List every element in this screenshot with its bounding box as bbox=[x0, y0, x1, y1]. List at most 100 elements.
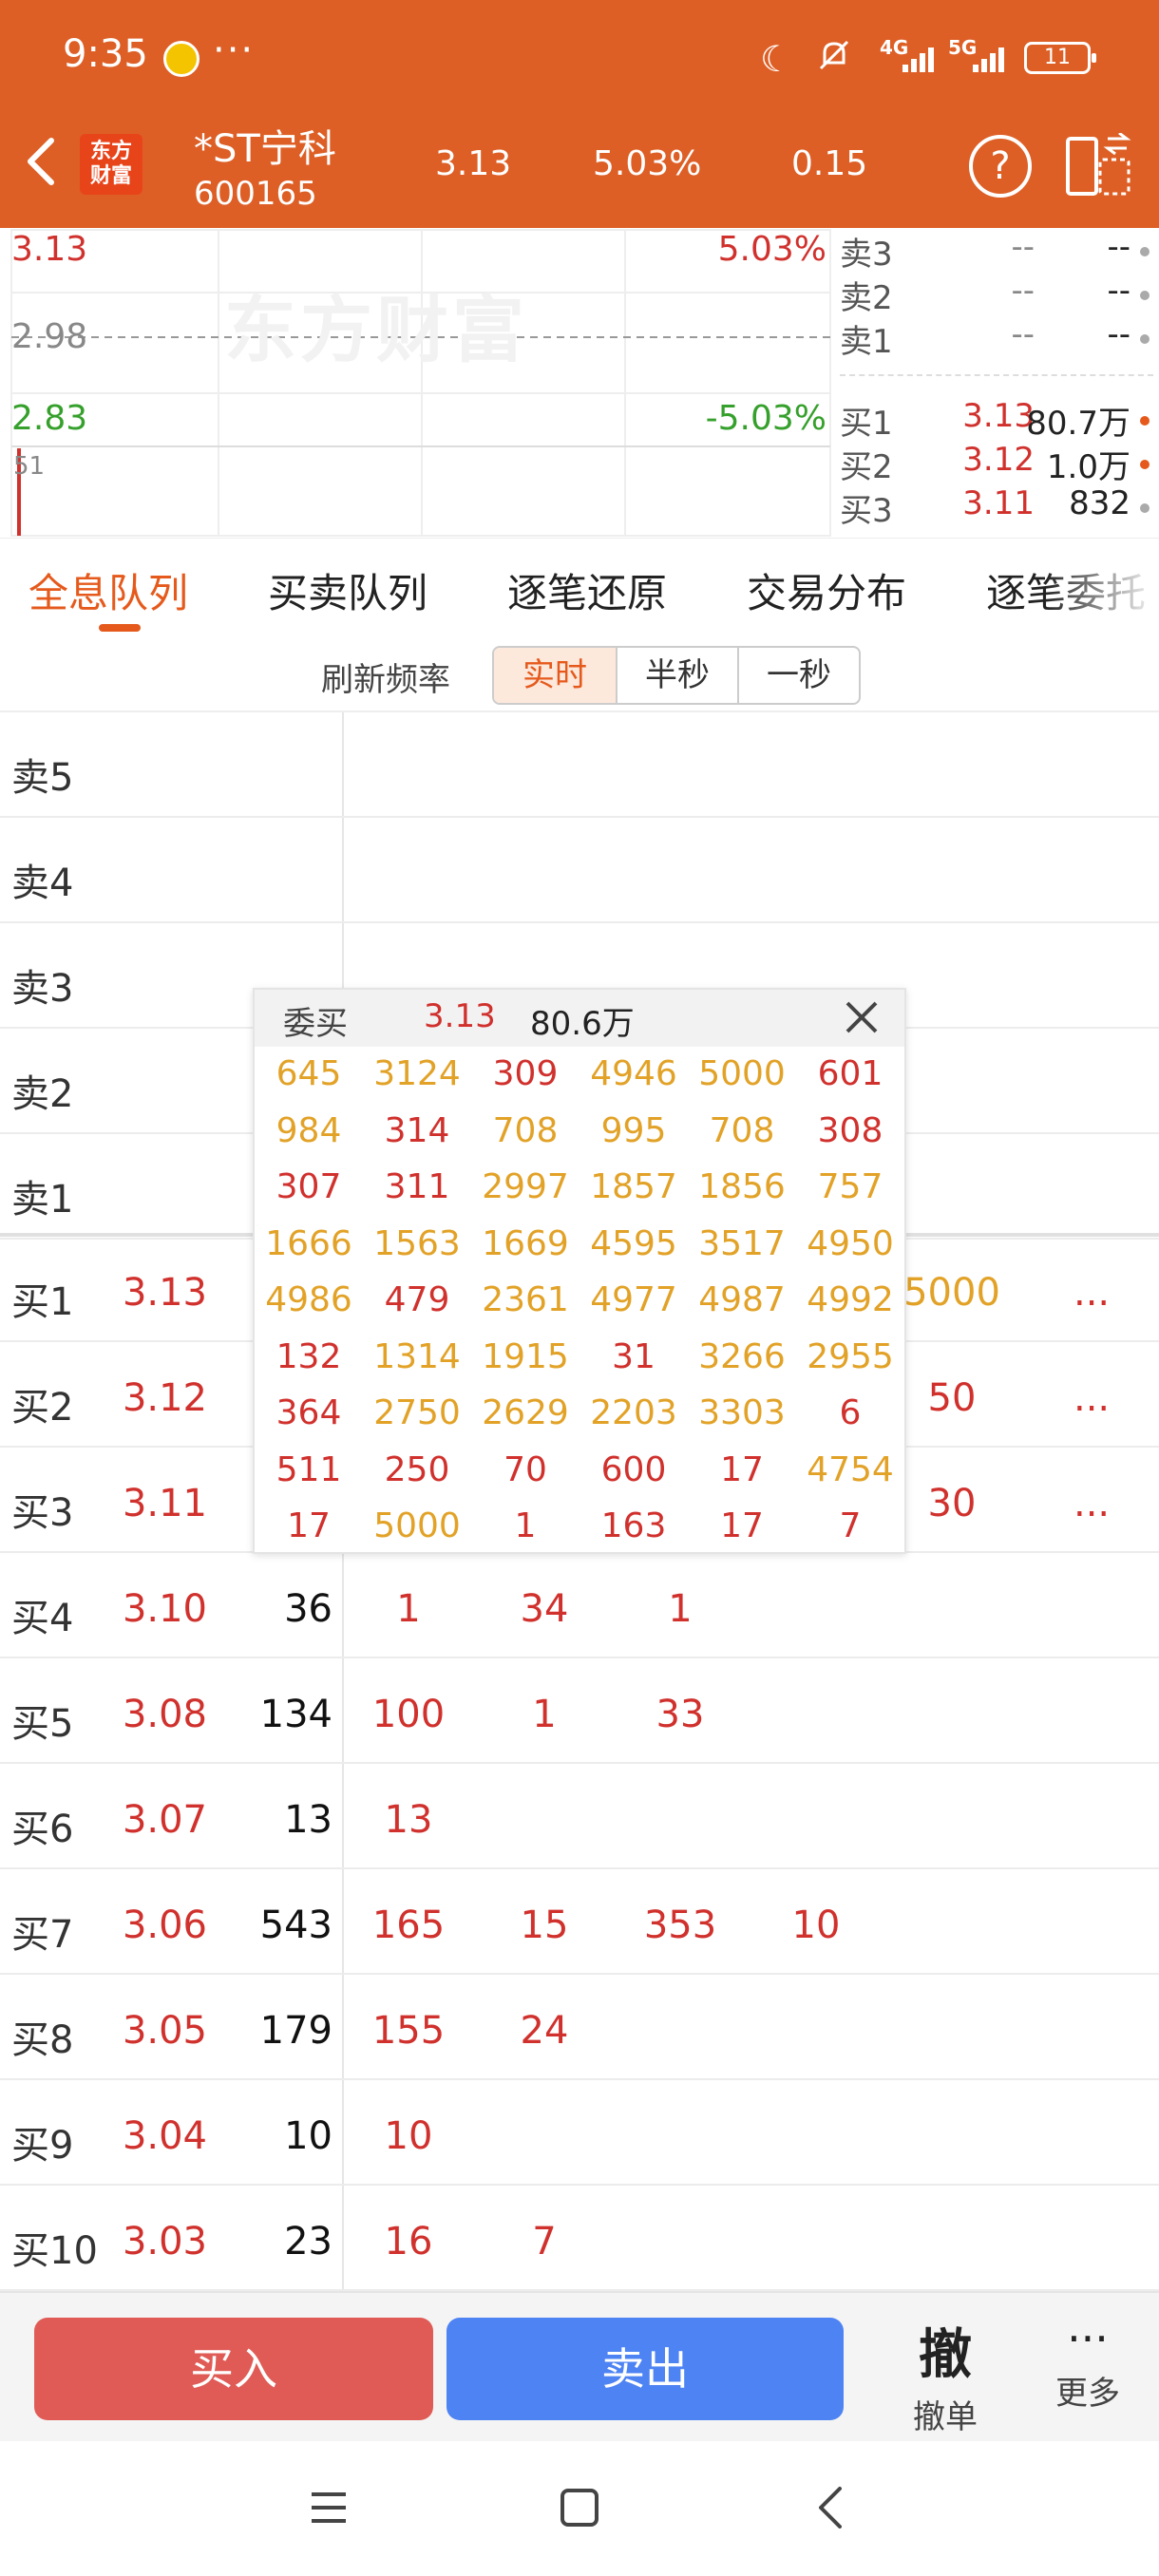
refresh-half-second-option[interactable]: 半秒 bbox=[616, 648, 737, 703]
bid-10-row[interactable]: 买10 3.03 23 16 7 bbox=[0, 2186, 1159, 2291]
popup-order-cell: 3303 bbox=[698, 1393, 786, 1432]
bid-price: 3.13 bbox=[962, 397, 1035, 435]
chart-high-price: 3.13 bbox=[11, 230, 88, 269]
popup-order-cell: 1666 bbox=[265, 1223, 352, 1263]
tab-full-queue[interactable]: 全息队列 bbox=[28, 561, 188, 619]
close-icon[interactable] bbox=[838, 994, 885, 1041]
bid-9-row[interactable]: 买9 3.04 10 10 bbox=[0, 2080, 1159, 2186]
row-label: 卖5 bbox=[11, 756, 74, 800]
order-book-panel[interactable]: 卖3 -- -- 卖2 -- -- 卖1 -- -- 买1 3.13 80.7万… bbox=[836, 228, 1159, 538]
refresh-rate-label: 刷新频率 bbox=[321, 661, 450, 699]
ask-dot-icon bbox=[1140, 291, 1150, 300]
queue-order: 10 bbox=[791, 1904, 841, 1947]
queue-order: 34 bbox=[520, 1587, 569, 1631]
bid-7-row[interactable]: 买7 3.06 543 165 15 353 10 bbox=[0, 1869, 1159, 1975]
popup-order-cell: 2997 bbox=[482, 1167, 569, 1206]
popup-order-cell: 995 bbox=[600, 1110, 667, 1150]
popup-price: 3.13 bbox=[424, 997, 496, 1035]
tab-bid-ask-queue[interactable]: 买卖队列 bbox=[268, 561, 428, 619]
bid-5-row[interactable]: 买5 3.08 134 100 1 33 bbox=[0, 1658, 1159, 1764]
popup-header: 委买 3.13 80.6万 bbox=[255, 990, 904, 1047]
queue-order: 15 bbox=[520, 1904, 569, 1947]
queue-order: 155 bbox=[371, 2009, 446, 2053]
intraday-mini-chart[interactable]: 东方财富 3.13 5.03% 2.98 2.83 -5.03% 51 bbox=[0, 228, 836, 538]
row-total: 179 bbox=[259, 2009, 332, 2053]
row-label: 买1 bbox=[11, 1280, 74, 1324]
queue-order: 16 bbox=[384, 2220, 433, 2263]
ask-name: 卖1 bbox=[840, 323, 893, 361]
tab-tick-restore[interactable]: 逐笔还原 bbox=[507, 561, 667, 619]
popup-order-cell: 1915 bbox=[482, 1336, 569, 1376]
popup-order-cell: 17 bbox=[720, 1449, 764, 1489]
row-label: 买7 bbox=[11, 1913, 74, 1957]
row-label: 买2 bbox=[11, 1386, 74, 1430]
ask-dot-icon bbox=[1140, 334, 1150, 344]
popup-order-cell: 708 bbox=[492, 1110, 559, 1150]
logo-line1: 东方 bbox=[89, 140, 132, 163]
mute-icon bbox=[815, 36, 853, 83]
row-total: 543 bbox=[259, 1904, 332, 1947]
row-total: 134 bbox=[259, 1693, 332, 1736]
bid-dot-icon bbox=[1140, 416, 1150, 426]
ask-vol: -- bbox=[1107, 228, 1130, 266]
notification-app-icon bbox=[163, 41, 200, 77]
expand-more-icon[interactable]: ... bbox=[1074, 1271, 1110, 1315]
refresh-realtime-option[interactable]: 实时 bbox=[494, 648, 616, 703]
popup-order-cell: 4992 bbox=[807, 1280, 894, 1319]
refresh-one-second-option[interactable]: 一秒 bbox=[737, 648, 859, 703]
popup-order-cell: 2955 bbox=[807, 1336, 894, 1376]
bid-8-row[interactable]: 买8 3.05 179 155 24 bbox=[0, 1975, 1159, 2080]
cancel-order-button[interactable]: 撤 撤单 bbox=[893, 2312, 998, 2437]
popup-order-cell: 364 bbox=[276, 1393, 342, 1432]
back-chevron-icon[interactable] bbox=[19, 133, 66, 190]
popup-order-cell: 4977 bbox=[590, 1280, 677, 1319]
home-icon[interactable] bbox=[551, 2479, 608, 2536]
popup-order-cell: 4595 bbox=[590, 1223, 677, 1263]
row-label: 卖2 bbox=[11, 1072, 74, 1116]
bid-4-row[interactable]: 买4 3.10 36 1 34 1 bbox=[0, 1553, 1159, 1658]
bid-name: 买3 bbox=[840, 492, 893, 530]
buy-button[interactable]: 买入 bbox=[34, 2318, 433, 2420]
chart-watermark: 东方财富 bbox=[224, 288, 528, 372]
row-label: 买10 bbox=[11, 2229, 98, 2273]
row-price: 3.07 bbox=[122, 1798, 207, 1842]
menu-icon[interactable] bbox=[300, 2479, 357, 2536]
ask-price: -- bbox=[1011, 272, 1035, 310]
popup-order-cell: 309 bbox=[492, 1054, 559, 1093]
ask-name: 卖3 bbox=[840, 236, 893, 274]
row-total: 23 bbox=[284, 2220, 332, 2263]
order-book-divider bbox=[840, 374, 1153, 376]
bid-6-row[interactable]: 买6 3.07 13 13 bbox=[0, 1764, 1159, 1869]
bid-vol: 832 bbox=[1069, 484, 1130, 522]
row-total: 13 bbox=[284, 1798, 332, 1842]
popup-order-cell: 17 bbox=[720, 1506, 764, 1545]
popup-order-cell: 2361 bbox=[482, 1280, 569, 1319]
row-price: 3.08 bbox=[122, 1693, 207, 1736]
tab-trade-distribution[interactable]: 交易分布 bbox=[747, 561, 906, 619]
sell-button[interactable]: 卖出 bbox=[446, 2318, 844, 2420]
ask-vol: -- bbox=[1107, 272, 1130, 310]
queue-order: 353 bbox=[643, 1904, 717, 1947]
row-label: 买6 bbox=[11, 1808, 74, 1851]
queue-order: 30 bbox=[927, 1482, 977, 1525]
status-bar: 9:35 ··· ☾ 4G 5G 11 bbox=[0, 0, 1159, 114]
popup-order-cell: 4754 bbox=[807, 1449, 894, 1489]
row-price: 3.05 bbox=[122, 2009, 207, 2053]
more-button[interactable]: ··· 更多 bbox=[1036, 2312, 1140, 2414]
popup-order-cell: 708 bbox=[709, 1110, 775, 1150]
popup-order-cell: 2203 bbox=[590, 1393, 677, 1432]
row-label: 买9 bbox=[11, 2124, 74, 2168]
queue-order: 165 bbox=[371, 1904, 446, 1947]
help-icon[interactable]: ? bbox=[969, 135, 1032, 198]
row-total: 10 bbox=[284, 2114, 332, 2158]
do-not-disturb-icon: ☾ bbox=[760, 38, 793, 80]
expand-more-icon[interactable]: ... bbox=[1074, 1482, 1110, 1525]
popup-order-cell: 6 bbox=[839, 1393, 862, 1432]
tab-fade bbox=[1045, 539, 1159, 642]
row-price: 3.10 bbox=[122, 1587, 207, 1631]
expand-more-icon[interactable]: ... bbox=[1074, 1376, 1110, 1420]
bid-3-row: 买3 3.11 832 bbox=[840, 484, 1153, 530]
bid-queue-popup[interactable]: 委买 3.13 80.6万 645 3124 309 4946 5000 601 984 31… bbox=[253, 988, 906, 1554]
back-icon[interactable] bbox=[804, 2479, 861, 2536]
switch-layout-icon[interactable] bbox=[1064, 131, 1132, 199]
